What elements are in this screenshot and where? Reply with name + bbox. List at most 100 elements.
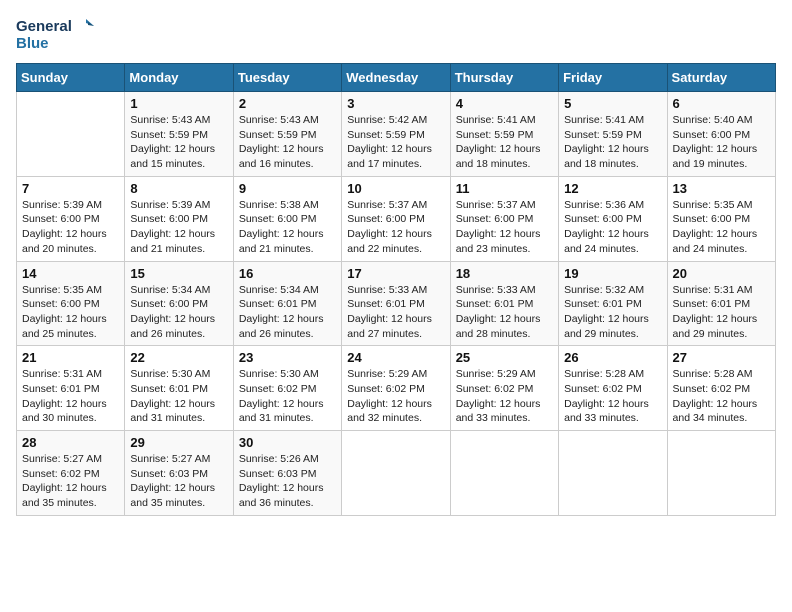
day-info: Sunrise: 5:36 AMSunset: 6:00 PMDaylight:…	[564, 198, 661, 257]
day-number: 10	[347, 181, 444, 196]
calendar-cell: 27 Sunrise: 5:28 AMSunset: 6:02 PMDayligh…	[667, 346, 775, 431]
day-number: 9	[239, 181, 336, 196]
calendar-cell	[342, 431, 450, 516]
day-number: 30	[239, 435, 336, 450]
calendar-cell	[17, 92, 125, 177]
day-info: Sunrise: 5:41 AMSunset: 5:59 PMDaylight:…	[456, 113, 553, 172]
day-number: 24	[347, 350, 444, 365]
calendar-cell: 8Sunrise: 5:39 AMSunset: 6:00 PMDaylight…	[125, 176, 233, 261]
calendar-cell: 15 Sunrise: 5:34 AMSunset: 6:00 PMDayligh…	[125, 261, 233, 346]
day-info: Sunrise: 5:42 AMSunset: 5:59 PMDaylight:…	[347, 113, 444, 172]
day-info: Sunrise: 5:27 AMSunset: 6:03 PMDaylight:…	[130, 452, 227, 511]
calendar-cell: 25 Sunrise: 5:29 AMSunset: 6:02 PMDayligh…	[450, 346, 558, 431]
calendar-cell: 24Sunrise: 5:29 AMSunset: 6:02 PMDayligh…	[342, 346, 450, 431]
calendar-cell: 16 Sunrise: 5:34 AMSunset: 6:01 PMDayligh…	[233, 261, 341, 346]
calendar-header-row: SundayMondayTuesdayWednesdayThursdayFrid…	[17, 64, 776, 92]
calendar-cell	[450, 431, 558, 516]
day-number: 5	[564, 96, 661, 111]
day-number: 6	[673, 96, 770, 111]
day-number: 15	[130, 266, 227, 281]
day-info: Sunrise: 5:26 AMSunset: 6:03 PMDaylight:…	[239, 452, 336, 511]
page-header: General Blue	[16, 16, 776, 51]
day-number: 23	[239, 350, 336, 365]
day-number: 12	[564, 181, 661, 196]
day-info: Sunrise: 5:33 AMSunset: 6:01 PMDaylight:…	[456, 283, 553, 342]
calendar-cell: 30 Sunrise: 5:26 AMSunset: 6:03 PMDayligh…	[233, 431, 341, 516]
day-info: Sunrise: 5:40 AMSunset: 6:00 PMDaylight:…	[673, 113, 770, 172]
calendar-cell: 19 Sunrise: 5:32 AMSunset: 6:01 PMDayligh…	[559, 261, 667, 346]
day-info: Sunrise: 5:32 AMSunset: 6:01 PMDaylight:…	[564, 283, 661, 342]
day-info: Sunrise: 5:27 AMSunset: 6:02 PMDaylight:…	[22, 452, 119, 511]
logo-bird-icon	[74, 16, 94, 36]
calendar-cell	[667, 431, 775, 516]
calendar-cell: 22 Sunrise: 5:30 AMSunset: 6:01 PMDayligh…	[125, 346, 233, 431]
logo-general: General	[16, 19, 72, 34]
calendar-cell: 21 Sunrise: 5:31 AMSunset: 6:01 PMDayligh…	[17, 346, 125, 431]
day-number: 20	[673, 266, 770, 281]
day-number: 11	[456, 181, 553, 196]
day-info: Sunrise: 5:31 AMSunset: 6:01 PMDaylight:…	[673, 283, 770, 342]
day-number: 29	[130, 435, 227, 450]
day-info: Sunrise: 5:38 AMSunset: 6:00 PMDaylight:…	[239, 198, 336, 257]
day-number: 26	[564, 350, 661, 365]
day-info: Sunrise: 5:43 AMSunset: 5:59 PMDaylight:…	[239, 113, 336, 172]
day-info: Sunrise: 5:34 AMSunset: 6:01 PMDaylight:…	[239, 283, 336, 342]
calendar-cell: 28 Sunrise: 5:27 AMSunset: 6:02 PMDayligh…	[17, 431, 125, 516]
column-header-friday: Friday	[559, 64, 667, 92]
calendar-cell: 4 Sunrise: 5:41 AMSunset: 5:59 PMDaylight…	[450, 92, 558, 177]
day-number: 8	[130, 181, 227, 196]
day-number: 25	[456, 350, 553, 365]
day-number: 28	[22, 435, 119, 450]
calendar-cell: 2 Sunrise: 5:43 AMSunset: 5:59 PMDaylight…	[233, 92, 341, 177]
day-info: Sunrise: 5:34 AMSunset: 6:00 PMDaylight:…	[130, 283, 227, 342]
calendar-cell: 26Sunrise: 5:28 AMSunset: 6:02 PMDayligh…	[559, 346, 667, 431]
day-number: 19	[564, 266, 661, 281]
day-info: Sunrise: 5:35 AMSunset: 6:00 PMDaylight:…	[22, 283, 119, 342]
calendar-week-row: 28 Sunrise: 5:27 AMSunset: 6:02 PMDayligh…	[17, 431, 776, 516]
day-info: Sunrise: 5:35 AMSunset: 6:00 PMDaylight:…	[673, 198, 770, 257]
calendar-cell: 20 Sunrise: 5:31 AMSunset: 6:01 PMDayligh…	[667, 261, 775, 346]
day-info: Sunrise: 5:29 AMSunset: 6:02 PMDaylight:…	[456, 367, 553, 426]
calendar-cell: 17Sunrise: 5:33 AMSunset: 6:01 PMDayligh…	[342, 261, 450, 346]
logo: General Blue	[16, 16, 94, 51]
day-info: Sunrise: 5:43 AMSunset: 5:59 PMDaylight:…	[130, 113, 227, 172]
day-info: Sunrise: 5:30 AMSunset: 6:01 PMDaylight:…	[130, 367, 227, 426]
day-number: 22	[130, 350, 227, 365]
calendar-table: SundayMondayTuesdayWednesdayThursdayFrid…	[16, 63, 776, 516]
calendar-cell: 23 Sunrise: 5:30 AMSunset: 6:02 PMDayligh…	[233, 346, 341, 431]
calendar-cell: 18 Sunrise: 5:33 AMSunset: 6:01 PMDayligh…	[450, 261, 558, 346]
day-number: 16	[239, 266, 336, 281]
calendar-week-row: 14 Sunrise: 5:35 AMSunset: 6:00 PMDayligh…	[17, 261, 776, 346]
calendar-cell: 10 Sunrise: 5:37 AMSunset: 6:00 PMDayligh…	[342, 176, 450, 261]
column-header-monday: Monday	[125, 64, 233, 92]
column-header-thursday: Thursday	[450, 64, 558, 92]
calendar-cell: 7Sunrise: 5:39 AMSunset: 6:00 PMDaylight…	[17, 176, 125, 261]
day-number: 3	[347, 96, 444, 111]
calendar-cell: 12 Sunrise: 5:36 AMSunset: 6:00 PMDayligh…	[559, 176, 667, 261]
day-info: Sunrise: 5:37 AMSunset: 6:00 PMDaylight:…	[456, 198, 553, 257]
calendar-cell	[559, 431, 667, 516]
day-number: 27	[673, 350, 770, 365]
day-number: 2	[239, 96, 336, 111]
calendar-cell: 14 Sunrise: 5:35 AMSunset: 6:00 PMDayligh…	[17, 261, 125, 346]
day-info: Sunrise: 5:28 AMSunset: 6:02 PMDaylight:…	[673, 367, 770, 426]
day-number: 14	[22, 266, 119, 281]
day-info: Sunrise: 5:31 AMSunset: 6:01 PMDaylight:…	[22, 367, 119, 426]
day-number: 18	[456, 266, 553, 281]
day-info: Sunrise: 5:30 AMSunset: 6:02 PMDaylight:…	[239, 367, 336, 426]
calendar-cell: 1Sunrise: 5:43 AMSunset: 5:59 PMDaylight…	[125, 92, 233, 177]
day-info: Sunrise: 5:33 AMSunset: 6:01 PMDaylight:…	[347, 283, 444, 342]
calendar-week-row: 21 Sunrise: 5:31 AMSunset: 6:01 PMDayligh…	[17, 346, 776, 431]
calendar-week-row: 1Sunrise: 5:43 AMSunset: 5:59 PMDaylight…	[17, 92, 776, 177]
calendar-week-row: 7Sunrise: 5:39 AMSunset: 6:00 PMDaylight…	[17, 176, 776, 261]
day-info: Sunrise: 5:37 AMSunset: 6:00 PMDaylight:…	[347, 198, 444, 257]
column-header-sunday: Sunday	[17, 64, 125, 92]
day-number: 13	[673, 181, 770, 196]
column-header-wednesday: Wednesday	[342, 64, 450, 92]
calendar-cell: 9 Sunrise: 5:38 AMSunset: 6:00 PMDaylight…	[233, 176, 341, 261]
day-info: Sunrise: 5:39 AMSunset: 6:00 PMDaylight:…	[22, 198, 119, 257]
calendar-cell: 5Sunrise: 5:41 AMSunset: 5:59 PMDaylight…	[559, 92, 667, 177]
day-number: 4	[456, 96, 553, 111]
calendar-cell: 29 Sunrise: 5:27 AMSunset: 6:03 PMDayligh…	[125, 431, 233, 516]
day-number: 21	[22, 350, 119, 365]
